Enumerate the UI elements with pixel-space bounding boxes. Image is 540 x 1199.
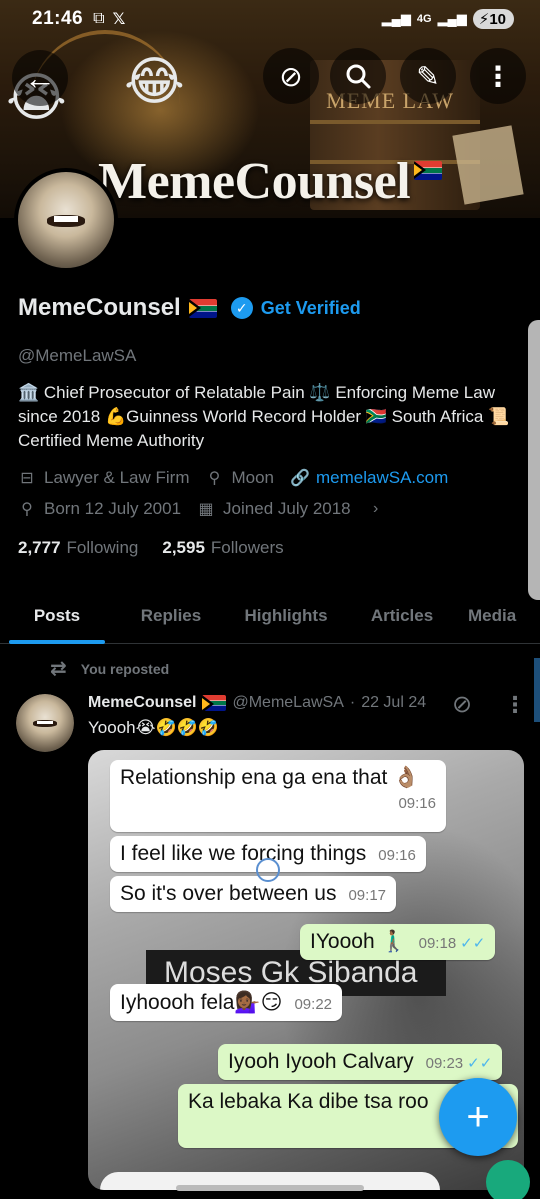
signal-icon: ▂▄▆ — [381, 11, 411, 26]
balloon-icon: ⚲ — [21, 501, 33, 518]
x-logo-icon: 𝕏 — [112, 11, 126, 28]
double-check-icon: ✓✓ — [467, 1055, 493, 1072]
post-author-avatar[interactable] — [16, 694, 74, 752]
edge-panel-handle[interactable] — [528, 320, 540, 600]
followers-link[interactable]: 2,595 Followers — [162, 538, 283, 558]
repost-icon: ⇄ — [50, 658, 67, 680]
plus-icon: + — [466, 1094, 490, 1139]
profile-bio: 🏛️ Chief Prosecutor of Relatable Pain ⚖️… — [18, 383, 510, 450]
profile-display-name: MemeCounsel — [18, 294, 181, 321]
flag-icon — [188, 298, 217, 318]
more-button[interactable]: ⋮ — [470, 48, 526, 104]
profile-website[interactable]: 🔗 memelawSA.com — [290, 468, 448, 488]
gesture-nav-bar[interactable] — [176, 1185, 364, 1191]
more-vertical-icon[interactable]: ⋮ — [504, 692, 526, 718]
tab-highlights[interactable]: Highlights — [228, 588, 344, 644]
battery-indicator: ⚡10 — [472, 9, 514, 29]
chat-bubble: Relationship ena ga ena that 👌🏽 09:16 — [110, 760, 446, 832]
avatar-image — [18, 172, 114, 268]
search-icon — [346, 64, 371, 89]
separator-dot: · — [349, 694, 356, 711]
status-bar: 21:46 ⧉ 𝕏 ▂▄▆ 4G ▂▄▆ ⚡10 — [0, 0, 540, 38]
following-link[interactable]: 2,777 Following — [18, 538, 138, 558]
profile-handle: @MemeLawSA — [18, 346, 137, 365]
website-link[interactable]: memelawSA.com — [316, 468, 448, 488]
flag-icon — [202, 695, 227, 711]
status-notification-icons: ⧉ 𝕏 — [93, 9, 125, 29]
follow-stats: 2,777 Following 2,595 Followers — [18, 538, 284, 558]
post-text: Yoooh😭🤣🤣🤣 — [88, 718, 219, 737]
media-green-button — [486, 1160, 530, 1199]
double-check-icon: ✓✓ — [460, 935, 486, 952]
post-header: MemeCounsel @MemeLawSA · 22 Jul 24 — [88, 694, 426, 712]
signal-icon-2: ▂▄▆ — [437, 11, 467, 26]
tab-posts[interactable]: Posts — [0, 588, 114, 644]
chat-bubble: IYoooh 🚶🏾‍♂️ 09:18 ✓✓ — [300, 924, 496, 960]
screenshot-icon: ⧉ — [93, 10, 105, 27]
banner-title: MemeCounsel — [98, 152, 443, 211]
back-button[interactable]: ← — [12, 50, 68, 106]
calendar-icon: ▦ — [198, 501, 214, 518]
repost-indicator: ⇄ You reposted — [50, 658, 170, 680]
profile-category: ⊟ Lawyer & Law Firm — [18, 468, 189, 488]
post-author-handle: @MemeLawSA — [232, 694, 344, 711]
chat-bubble: So it's over between us 09:17 — [110, 876, 397, 912]
grok-button[interactable]: ⊘ — [263, 48, 319, 104]
banner-scroll-graphic — [452, 125, 524, 205]
get-verified-link[interactable]: Get Verified — [261, 298, 361, 319]
flag-icon — [414, 161, 443, 180]
profile-joined: ▦ Joined July 2018 — [198, 499, 351, 518]
profile-birthdate: ⚲ Born 12 July 2001 — [18, 499, 181, 519]
location-pin-icon: ⚲ — [208, 470, 221, 487]
more-vertical-icon: ⋮ — [484, 60, 512, 92]
profile-meta-row-2: ⚲ Born 12 July 2001 ▦ Joined July 2018 › — [18, 499, 385, 519]
laughing-tears-emoji: 😂 — [124, 53, 185, 111]
briefcase-icon: ⊟ — [20, 470, 34, 487]
arrow-left-icon: ← — [24, 59, 56, 96]
verified-icon: ✓ — [230, 297, 253, 319]
status-time: 21:46 — [32, 8, 84, 29]
edge-indicator — [534, 658, 540, 722]
profile-location: ⚲ Moon — [205, 468, 274, 488]
profile-avatar[interactable] — [14, 168, 118, 272]
status-right-icons: ▂▄▆ 4G ▂▄▆ ⚡10 — [382, 9, 514, 29]
profile-tabs: Posts Replies Highlights Articles Media — [0, 588, 540, 644]
post-author-name[interactable]: MemeCounsel — [88, 694, 196, 712]
banner-book-line — [310, 120, 480, 124]
compose-button[interactable]: + — [439, 1078, 517, 1156]
tab-replies[interactable]: Replies — [114, 588, 228, 644]
profile-meta-row-1: ⊟ Lawyer & Law Firm ⚲ Moon 🔗 memelawSA.c… — [18, 468, 464, 488]
grok-icon: ⊘ — [279, 60, 303, 92]
grok-icon[interactable]: ⊘ — [452, 690, 472, 719]
link-icon: 🔗 — [290, 470, 310, 487]
tab-media[interactable]: Media — [460, 588, 540, 644]
pencil-icon: ✎ — [416, 60, 440, 92]
search-button[interactable] — [330, 48, 386, 104]
tab-articles[interactable]: Articles — [344, 588, 460, 644]
edit-button[interactable]: ✎ — [400, 48, 456, 104]
post-date: 22 Jul 24 — [361, 694, 427, 711]
avatar-image — [16, 694, 74, 752]
chat-bubble: Iyhoooh fela💁🏾‍♀️😏 09:22 — [110, 984, 343, 1021]
touch-indicator — [256, 858, 280, 882]
network-type: 4G — [416, 13, 432, 25]
chevron-right-icon[interactable]: › — [367, 500, 385, 518]
chat-bubble: Iyooh Iyooh Calvary 09:23 ✓✓ — [218, 1044, 503, 1080]
profile-name-row: MemeCounsel ✓ Get Verified — [18, 294, 361, 322]
